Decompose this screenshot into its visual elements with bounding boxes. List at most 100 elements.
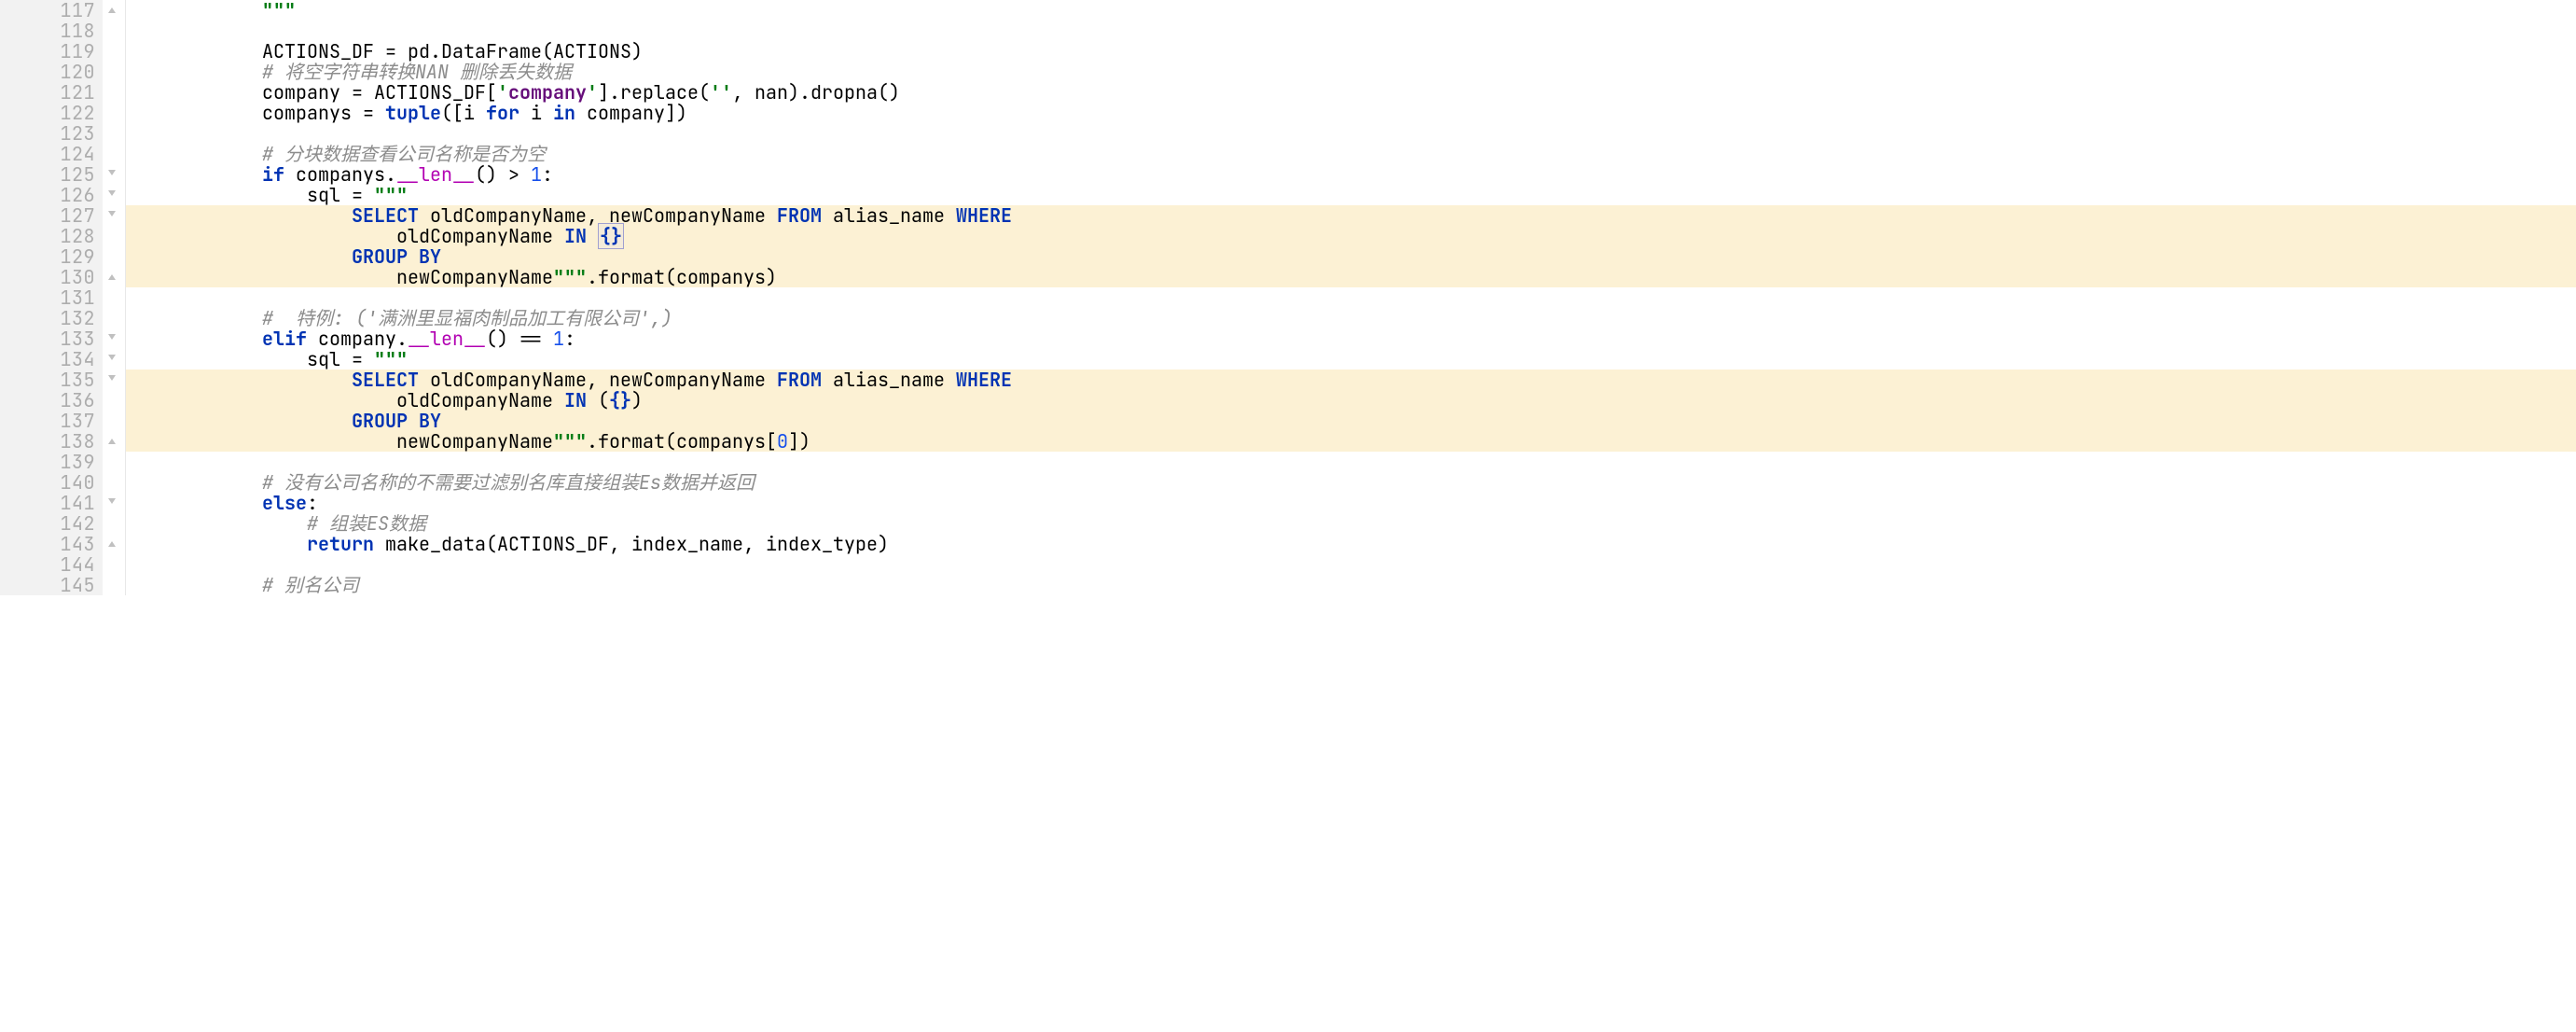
token: # 别名公司 — [262, 573, 359, 597]
line-number[interactable]: 124 — [47, 144, 95, 164]
line-number[interactable]: 129 — [47, 246, 95, 267]
code-content: companys = tuple([i for i in company]) — [128, 101, 687, 125]
fold-start-icon[interactable] — [106, 354, 118, 365]
token: i — [519, 101, 553, 125]
token: FROM — [777, 368, 822, 392]
line-number[interactable]: 119 — [47, 41, 95, 62]
line-number[interactable]: 122 — [47, 103, 95, 123]
token: () == — [486, 327, 553, 351]
code-line[interactable]: return make_data(ACTIONS_DF, index_name,… — [126, 534, 2576, 554]
token: newCompanyName — [396, 265, 553, 289]
code-content: newCompanyName""".format(companys) — [128, 265, 777, 289]
code-line[interactable]: GROUP BY — [126, 246, 2576, 267]
code-line[interactable]: # 分块数据查看公司名称是否为空 — [126, 144, 2576, 164]
code-line[interactable]: # 别名公司 — [126, 575, 2576, 595]
line-number[interactable]: 117 — [47, 0, 95, 21]
code-line[interactable]: GROUP BY — [126, 411, 2576, 431]
fold-start-icon[interactable] — [106, 374, 118, 385]
fold-start-icon[interactable] — [106, 169, 118, 180]
line-number[interactable]: 137 — [47, 411, 95, 431]
fold-end-icon[interactable] — [106, 436, 118, 447]
code-line[interactable]: """ — [126, 0, 2576, 21]
code-content: newCompanyName""".format(companys[0]) — [128, 429, 810, 453]
line-number[interactable]: 133 — [47, 328, 95, 349]
line-number[interactable]: 121 — [47, 82, 95, 103]
token: newCompanyName — [396, 429, 553, 453]
line-number[interactable]: 138 — [47, 431, 95, 452]
line-number[interactable]: 135 — [47, 370, 95, 390]
code-content: """ — [128, 0, 296, 22]
line-number[interactable]: 126 — [47, 185, 95, 205]
token: .format(companys[ — [587, 429, 777, 453]
code-line[interactable]: elif company.__len__() == 1: — [126, 328, 2576, 349]
fold-end-icon[interactable] — [106, 5, 118, 16]
fold-end-icon[interactable] — [106, 538, 118, 550]
line-number[interactable]: 123 — [47, 123, 95, 144]
code-line[interactable]: # 将空字符串转换NAN 删除丢失数据 — [126, 62, 2576, 82]
line-number-gutter[interactable]: 1171181191201211221231241251261271281291… — [47, 0, 103, 595]
token: """ — [553, 429, 587, 453]
fold-start-icon[interactable] — [106, 497, 118, 509]
token: for — [486, 101, 519, 125]
code-line[interactable]: # 没有公司名称的不需要过滤别名库直接组装Es数据并返回 — [126, 472, 2576, 493]
code-line[interactable]: company = ACTIONS_DF['company'].replace(… — [126, 82, 2576, 103]
left-margin — [0, 0, 47, 595]
fold-start-icon[interactable] — [106, 333, 118, 344]
code-line[interactable]: sql = """ — [126, 185, 2576, 205]
code-line[interactable]: newCompanyName""".format(companys) — [126, 267, 2576, 287]
token: {} — [598, 223, 624, 249]
code-line[interactable]: SELECT oldCompanyName, newCompanyName FR… — [126, 370, 2576, 390]
code-line[interactable]: ACTIONS_DF = pd.DataFrame(ACTIONS) — [126, 41, 2576, 62]
code-line[interactable]: newCompanyName""".format(companys[0]) — [126, 431, 2576, 452]
line-number[interactable]: 142 — [47, 513, 95, 534]
token: '' — [710, 80, 732, 105]
line-number[interactable]: 139 — [47, 452, 95, 472]
code-line[interactable] — [126, 452, 2576, 472]
token: : — [564, 327, 575, 351]
code-line[interactable] — [126, 554, 2576, 575]
token: """ — [553, 265, 587, 289]
code-line[interactable] — [126, 123, 2576, 144]
line-number[interactable]: 145 — [47, 575, 95, 595]
line-number[interactable]: 143 — [47, 534, 95, 554]
token: make_data(ACTIONS_DF, index_name, index_… — [374, 532, 889, 556]
fold-column[interactable] — [103, 0, 126, 595]
line-number[interactable]: 136 — [47, 390, 95, 411]
line-number[interactable]: 134 — [47, 349, 95, 370]
line-number[interactable]: 127 — [47, 205, 95, 226]
line-number[interactable]: 125 — [47, 164, 95, 185]
code-line[interactable]: else: — [126, 493, 2576, 513]
line-number[interactable]: 120 — [47, 62, 95, 82]
injected-language-highlight — [126, 411, 2576, 431]
fold-start-icon[interactable] — [106, 189, 118, 201]
token: return — [307, 532, 374, 556]
code-line[interactable]: oldCompanyName IN ({}) — [126, 390, 2576, 411]
code-line[interactable]: oldCompanyName IN {} — [126, 226, 2576, 246]
fold-start-icon[interactable] — [106, 210, 118, 221]
code-line[interactable]: if companys.__len__() > 1: — [126, 164, 2576, 185]
line-number[interactable]: 132 — [47, 308, 95, 328]
line-number[interactable]: 131 — [47, 287, 95, 308]
code-line[interactable]: companys = tuple([i for i in company]) — [126, 103, 2576, 123]
code-line[interactable]: # 组装ES数据 — [126, 513, 2576, 534]
code-line[interactable] — [126, 21, 2576, 41]
line-number[interactable]: 130 — [47, 267, 95, 287]
token: {} — [609, 388, 631, 412]
code-content: return make_data(ACTIONS_DF, index_name,… — [128, 532, 889, 556]
fold-end-icon[interactable] — [106, 272, 118, 283]
line-number[interactable]: 140 — [47, 472, 95, 493]
token: # 没有公司名称的不需要过滤别名库直接组装Es数据并返回 — [262, 470, 755, 495]
token: : — [542, 162, 553, 187]
line-number[interactable]: 141 — [47, 493, 95, 513]
token: 0 — [777, 429, 788, 453]
code-line[interactable]: # 特例: ('满洲里显福肉制品加工有限公司',) — [126, 308, 2576, 328]
line-number[interactable]: 118 — [47, 21, 95, 41]
token: WHERE — [956, 203, 1012, 228]
code-editor[interactable]: """ ACTIONS_DF = pd.DataFrame(ACTIONS) #… — [126, 0, 2576, 595]
line-number[interactable]: 128 — [47, 226, 95, 246]
code-line[interactable] — [126, 287, 2576, 308]
code-line[interactable]: sql = """ — [126, 349, 2576, 370]
token: .format(companys) — [587, 265, 777, 289]
line-number[interactable]: 144 — [47, 554, 95, 575]
code-line[interactable]: SELECT oldCompanyName, newCompanyName FR… — [126, 205, 2576, 226]
